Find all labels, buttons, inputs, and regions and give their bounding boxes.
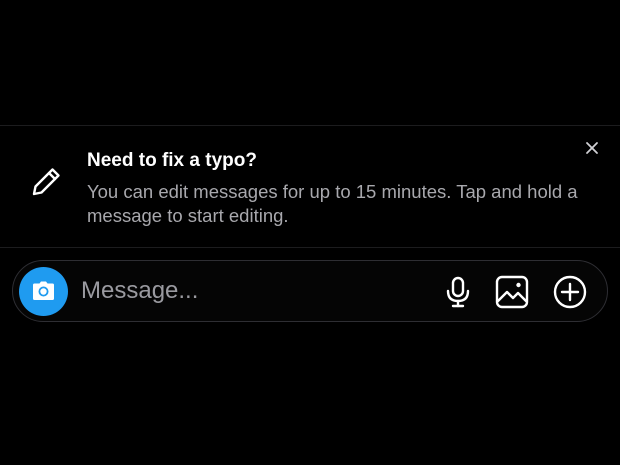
message-input[interactable] [81,273,421,309]
microphone-icon[interactable] [440,274,476,310]
bottom-divider [0,247,620,248]
camera-icon [33,281,54,300]
edit-tip-banner: Need to fix a typo? You can edit message… [0,126,620,247]
message-composer [12,260,608,322]
tip-title: Need to fix a typo? [87,150,257,171]
close-icon[interactable] [583,139,601,157]
camera-button[interactable] [19,267,68,316]
tip-description: You can edit messages for up to 15 minut… [87,181,578,226]
gallery-icon[interactable] [494,274,530,310]
add-circle-icon[interactable] [552,274,588,310]
pencil-icon [28,164,64,200]
